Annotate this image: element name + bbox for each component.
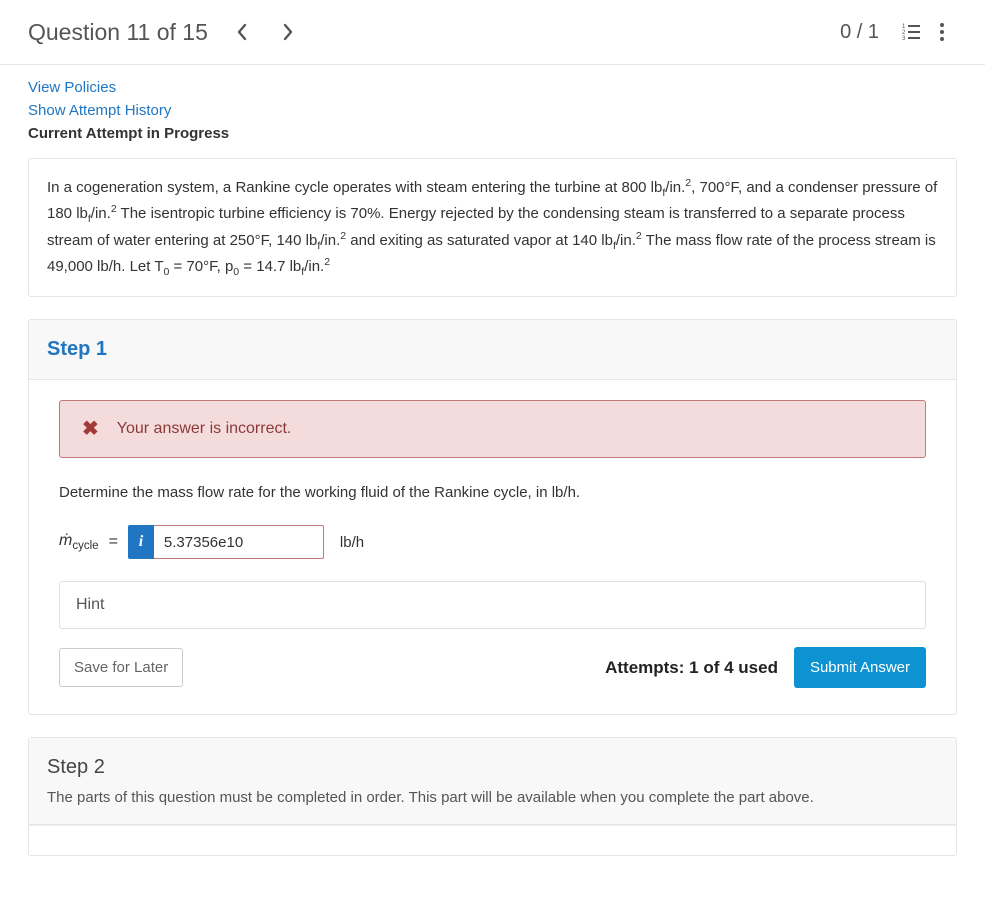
kebab-icon [939, 22, 945, 42]
question-list-button[interactable]: 1 2 3 [897, 17, 927, 47]
chevron-left-icon [236, 23, 248, 41]
attempt-status: Current Attempt in Progress [28, 125, 957, 142]
step-2-card: Step 2 The parts of this question must b… [28, 737, 957, 856]
view-policies-link[interactable]: View Policies [28, 79, 116, 96]
step-1-card: Step 1 ✖ Your answer is incorrect. Deter… [28, 319, 957, 715]
prev-question-button[interactable] [224, 14, 260, 50]
next-question-button[interactable] [270, 14, 306, 50]
answer-input[interactable] [154, 525, 324, 559]
unit-label: lb/h [340, 534, 364, 551]
attempts-counter: Attempts: 1 of 4 used [605, 658, 778, 678]
step-2-locked-message: The parts of this question must be compl… [47, 789, 938, 806]
list-icon: 1 2 3 [902, 23, 922, 41]
question-header: Question 11 of 15 0 / 1 1 2 3 [0, 0, 985, 65]
question-title: Question 11 of 15 [28, 19, 208, 46]
svg-text:3: 3 [902, 36, 906, 41]
step-1-prompt: Determine the mass flow rate for the wor… [59, 484, 926, 501]
equals-sign: = [109, 533, 118, 551]
score-display: 0 / 1 [840, 21, 879, 44]
error-message: Your answer is incorrect. [117, 420, 292, 438]
more-options-button[interactable] [927, 17, 957, 47]
step-1-title: Step 1 [47, 338, 107, 360]
save-for-later-button[interactable]: Save for Later [59, 648, 183, 687]
variable-label: ṁcycle [59, 532, 99, 552]
error-banner: ✖ Your answer is incorrect. [59, 400, 926, 458]
answer-row: ṁcycle = i lb/h [59, 525, 926, 559]
chevron-right-icon [282, 23, 294, 41]
error-x-icon: ✖ [82, 419, 99, 439]
step-2-header: Step 2 The parts of this question must b… [29, 738, 956, 825]
attempt-history-link[interactable]: Show Attempt History [28, 102, 171, 119]
hint-toggle[interactable]: Hint [59, 581, 926, 629]
step-1-header[interactable]: Step 1 [29, 320, 956, 380]
problem-statement: In a cogeneration system, a Rankine cycl… [28, 158, 957, 297]
submit-answer-button[interactable]: Submit Answer [794, 647, 926, 688]
info-button[interactable]: i [128, 525, 154, 559]
